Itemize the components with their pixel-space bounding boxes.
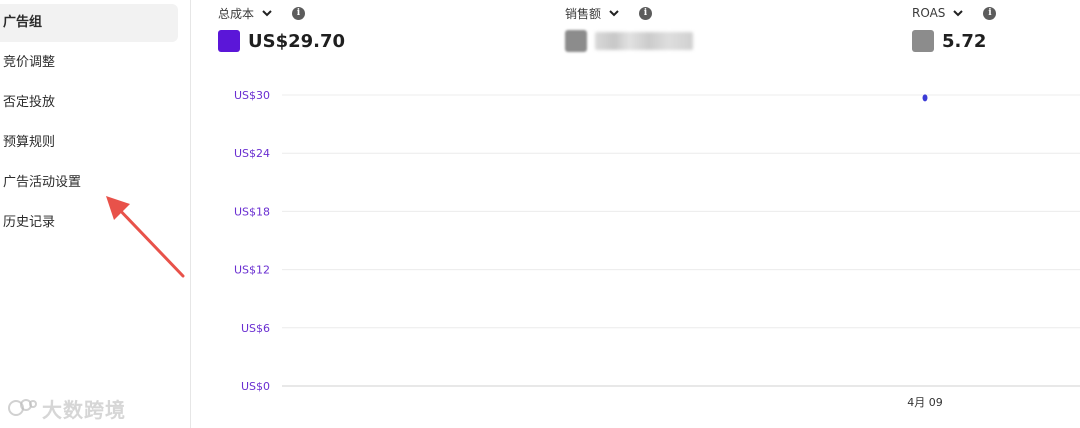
sidebar-item-label: 历史记录 [3,215,56,230]
info-icon[interactable]: i [983,6,997,20]
chevron-down-icon[interactable] [607,6,621,20]
metric-color-swatch[interactable] [218,30,240,52]
sidebar-item-label: 预算规则 [3,135,56,150]
y-tick-label: US$12 [234,264,270,277]
sidebar-item-budget-rules[interactable]: 预算规则 [0,124,178,162]
metric-label: ROAS [912,6,946,20]
x-tick-label: 4月 09 [907,396,943,409]
metric-color-swatch[interactable] [565,30,587,52]
metric-value-redacted [595,32,693,50]
y-tick-label: US$30 [234,89,270,102]
metric-label: 总成本 [218,6,255,21]
sidebar-item-bid-adjustments[interactable]: 竞价调整 [0,44,178,82]
sidebar-item-label: 广告活动设置 [3,175,82,190]
watermark-text: 大数跨境 [42,397,126,422]
y-tick-label: US$18 [234,205,270,218]
metric-value: US$29.70 [248,30,346,52]
metric-color-swatch[interactable] [912,30,934,52]
y-tick-label: US$24 [234,147,270,160]
metric-roas: ROAS i 5.72 [912,4,997,52]
sidebar-item-label: 否定投放 [3,95,56,110]
metric-sales: 销售额 i [565,4,693,52]
sidebar-item-negative-targeting[interactable]: 否定投放 [0,84,178,122]
sidebar-item-label: 竞价调整 [3,55,56,70]
performance-chart: US$0 US$6 US$12 US$18 US$24 US$30 4月 09 [192,80,1080,420]
watermark-logo: 大数跨境 [8,394,148,422]
y-tick-label: US$6 [241,322,270,335]
watermark-logo-icon [8,399,37,416]
metric-value: 5.72 [942,30,987,52]
annotation-arrow-icon [106,196,185,278]
chart-canvas: US$0 US$6 US$12 US$18 US$24 US$30 4月 09 [234,89,1080,409]
sidebar-item-ad-groups[interactable]: 广告组 [0,4,178,42]
metric-label: 销售额 [565,6,602,21]
data-point[interactable] [922,94,928,102]
metric-total-cost: 总成本 i US$29.70 [218,4,345,52]
chevron-down-icon[interactable] [951,6,965,20]
chevron-down-icon[interactable] [260,6,274,20]
ad-campaign-page: 广告组 竞价调整 否定投放 预算规则 广告活动设置 历史记录 大数跨境 总成本 … [0,0,1080,428]
y-tick-label: US$0 [241,380,270,393]
sidebar-item-label: 广告组 [3,15,43,30]
info-icon[interactable]: i [292,6,306,20]
info-icon[interactable]: i [639,6,653,20]
